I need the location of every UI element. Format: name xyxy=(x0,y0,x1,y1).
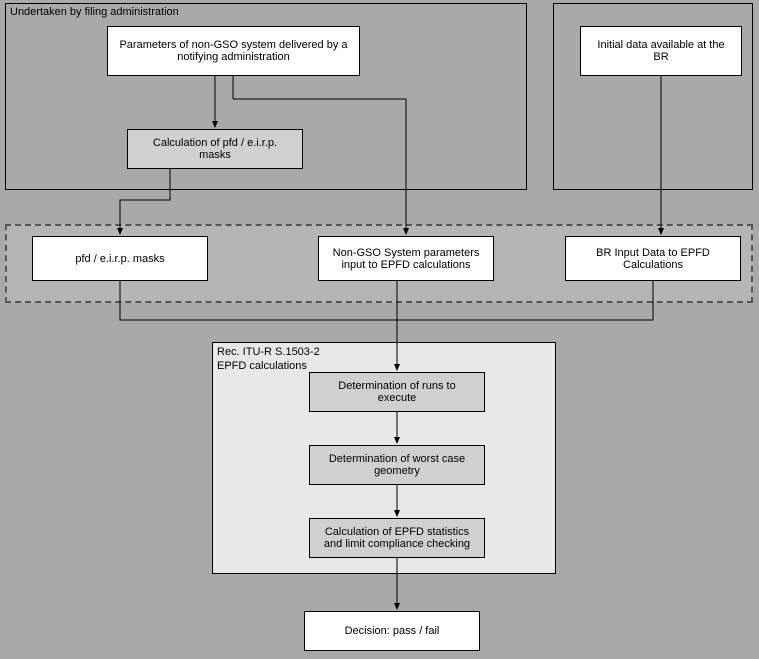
arrows-svg xyxy=(0,0,759,659)
